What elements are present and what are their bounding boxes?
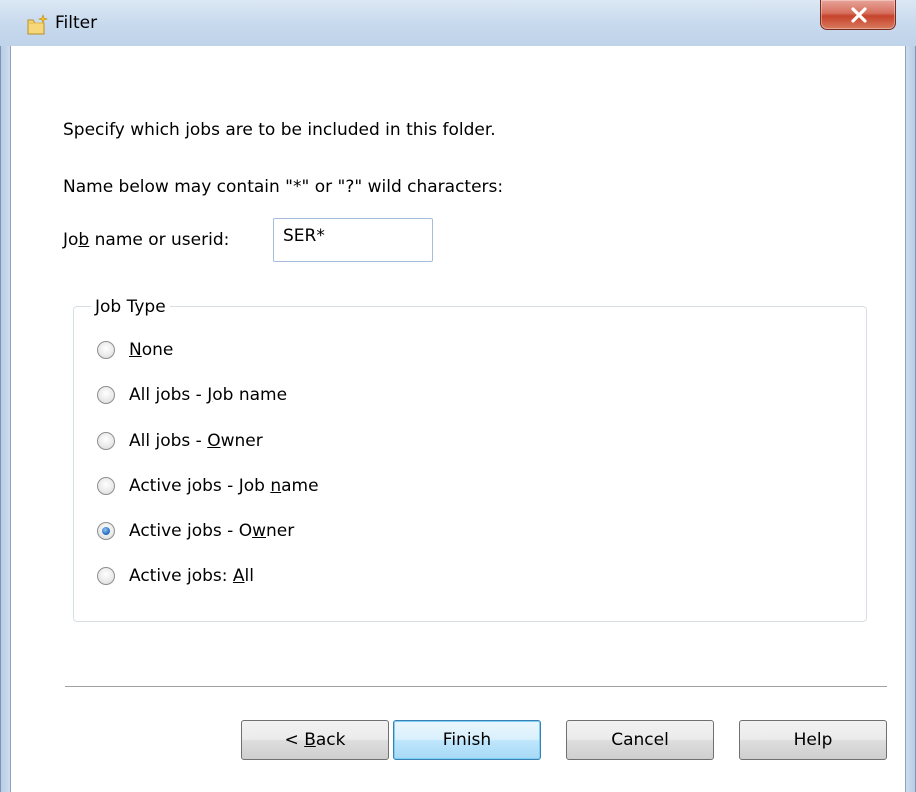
back-button-mnemonic: B [304, 730, 316, 750]
job-type-legend: Job Type [91, 296, 170, 318]
job-name-label-pre: Jo [63, 230, 79, 250]
window-title: Filter [55, 13, 98, 33]
job-name-input[interactable]: SER* [273, 218, 433, 262]
radio-label-pre: All jobs - [129, 431, 208, 451]
close-icon [851, 7, 867, 23]
radio-button[interactable] [97, 567, 115, 585]
radio-label-mnemonic: w [252, 521, 266, 541]
radio-label-pre: Active jobs - Job [129, 476, 271, 496]
radio-label: All jobs - Owner [129, 430, 263, 452]
radio-label-post: wner [220, 431, 263, 451]
radio-label-pre: All jobs - [129, 385, 208, 405]
radio-button[interactable] [97, 522, 115, 540]
close-button[interactable] [820, 0, 896, 30]
radio-label: Active jobs - Job name [129, 475, 319, 497]
radio-button[interactable] [97, 477, 115, 495]
filter-dialog: Filter Specify which jobs are to be incl… [0, 0, 916, 792]
help-button[interactable]: Help [739, 720, 887, 760]
radio-label: None [129, 339, 173, 361]
radio-label-post: ob name [212, 385, 288, 405]
wildcard-hint-text: Name below may contain "*" or "?" wild c… [63, 177, 504, 197]
radio-label: Active jobs - Owner [129, 520, 294, 542]
back-button-post: ack [315, 730, 346, 750]
radio-button[interactable] [97, 386, 115, 404]
radio-label-mnemonic: N [129, 340, 142, 360]
back-button-pre: < [284, 730, 305, 750]
window-frame-left [0, 46, 10, 792]
radio-label-mnemonic: A [232, 566, 245, 586]
dialog-content: Specify which jobs are to be included in… [10, 46, 906, 792]
radio-label: All jobs - Job name [129, 384, 287, 406]
finish-button[interactable]: Finish [393, 720, 541, 760]
radio-label-post: ame [281, 476, 319, 496]
back-button[interactable]: < Back [241, 720, 389, 760]
job-name-label: Job name or userid: [63, 229, 229, 251]
radio-label-post: one [141, 340, 174, 360]
job-name-label-post: name or userid: [89, 230, 230, 250]
radio-label-mnemonic: O [207, 431, 221, 451]
radio-button[interactable] [97, 341, 115, 359]
radio-label-post: ner [266, 521, 295, 541]
radio-label: Active jobs: All [129, 565, 254, 587]
radio-label-pre: Active jobs: [129, 566, 233, 586]
radio-label-mnemonic: n [270, 476, 282, 496]
title-bar[interactable]: Filter [0, 0, 916, 47]
radio-button[interactable] [97, 432, 115, 450]
window-frame-right [906, 46, 916, 792]
button-separator [65, 686, 887, 688]
job-name-label-mnemonic: b [78, 230, 90, 250]
radio-label-post: ll [244, 566, 254, 586]
description-text: Specify which jobs are to be included in… [63, 120, 496, 140]
new-folder-icon [26, 14, 48, 36]
radio-label-pre: Active jobs - O [129, 521, 253, 541]
cancel-button[interactable]: Cancel [566, 720, 714, 760]
